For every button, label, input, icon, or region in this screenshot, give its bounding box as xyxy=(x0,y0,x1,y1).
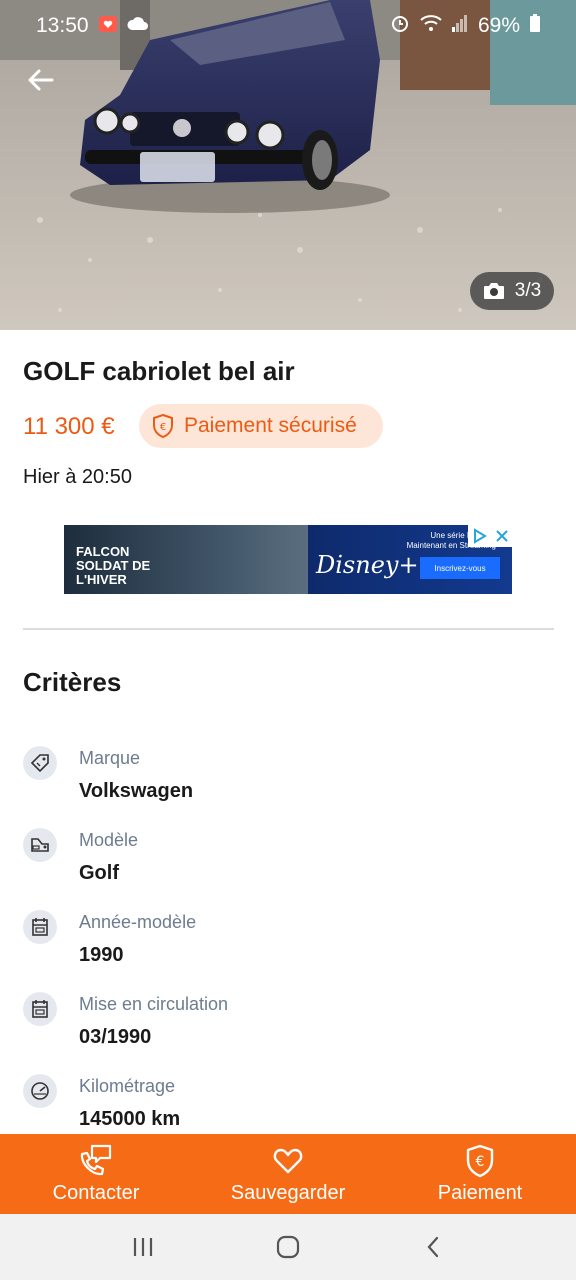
ad-title: FALCON SOLDAT DE L'HIVER xyxy=(76,545,156,587)
payment-label: Paiement xyxy=(437,1181,523,1204)
criteria-label: Année-modèle xyxy=(79,912,197,932)
svg-text:€: € xyxy=(160,422,166,433)
criteria-value: 1990 xyxy=(79,944,124,966)
cloud-sync-icon xyxy=(127,14,149,38)
alarm-icon xyxy=(390,13,410,39)
photo-counter-text: 3/3 xyxy=(514,280,542,301)
car-model-icon xyxy=(23,828,57,862)
criteria-label: Mise en circulation xyxy=(79,994,229,1014)
criteria-label: Kilométrage xyxy=(79,1076,176,1096)
shield-euro-icon: € xyxy=(465,1144,495,1178)
recent-apps-button[interactable] xyxy=(113,1227,173,1267)
home-button[interactable] xyxy=(258,1227,318,1267)
save-button[interactable]: Sauvegarder xyxy=(192,1134,384,1214)
back-button[interactable] xyxy=(22,62,58,98)
arrow-left-icon xyxy=(28,69,54,91)
adchoices-icon[interactable] xyxy=(472,528,488,544)
payment-button[interactable]: € Paiement xyxy=(384,1134,576,1214)
criteria-item-modele: Modèle Golf xyxy=(0,826,576,900)
back-nav-button[interactable] xyxy=(403,1227,463,1267)
ad-brand: Disney+ xyxy=(316,551,419,579)
shield-euro-icon: € xyxy=(153,414,173,438)
ad-banner[interactable]: FALCON SOLDAT DE L'HIVER Disney+ Une sér… xyxy=(64,525,512,594)
phone-message-icon xyxy=(78,1144,114,1178)
ad-title-line1: FALCON xyxy=(76,544,130,559)
notification-icon xyxy=(98,14,117,38)
save-label: Sauvegarder xyxy=(230,1181,346,1204)
battery-icon xyxy=(530,14,540,38)
criteria-item-marque: Marque Volkswagen xyxy=(0,744,576,818)
ad-title-line2: SOLDAT DE L'HIVER xyxy=(76,558,151,587)
secure-payment-label: Paiement sécurisé xyxy=(184,414,357,437)
calendar-icon xyxy=(23,992,57,1026)
system-nav-bar xyxy=(0,1214,576,1280)
home-icon xyxy=(276,1235,300,1259)
photo-counter[interactable]: 3/3 xyxy=(470,272,554,310)
contact-label: Contacter xyxy=(52,1181,140,1204)
criteria-value: Volkswagen xyxy=(79,780,194,802)
criteria-label: Marque xyxy=(79,748,141,768)
listing-date: Hier à 20:50 xyxy=(23,466,132,488)
ad-cta-button[interactable]: Inscrivez-vous xyxy=(420,557,500,579)
speedometer-icon xyxy=(23,1074,57,1108)
criteria-label: Modèle xyxy=(79,830,139,850)
wifi-icon xyxy=(420,14,442,38)
chevron-left-icon xyxy=(427,1236,439,1258)
divider xyxy=(23,628,554,630)
listing-title: GOLF cabriolet bel air xyxy=(23,356,295,386)
listing-price: 11 300 € xyxy=(23,413,115,440)
criteria-item-annee-modele: Année-modèle 1990 xyxy=(0,908,576,982)
battery-percent: 69% xyxy=(477,14,520,37)
criteria-value: 03/1990 xyxy=(79,1026,152,1048)
recent-apps-icon xyxy=(133,1238,152,1256)
status-bar: 13:50 69% xyxy=(0,0,576,52)
ad-controls xyxy=(468,525,512,547)
heart-icon xyxy=(273,1144,303,1178)
criteria-item-mise-en-circulation: Mise en circulation 03/1990 xyxy=(0,990,576,1064)
criteria-value: 145000 km xyxy=(79,1108,181,1130)
status-time: 13:50 xyxy=(36,14,89,37)
close-icon[interactable] xyxy=(495,529,509,543)
tag-icon xyxy=(23,746,57,780)
signal-icon xyxy=(451,14,468,38)
contact-button[interactable]: Contacter xyxy=(0,1134,192,1214)
criteria-title: Critères xyxy=(23,667,122,697)
svg-text:€: € xyxy=(476,1154,485,1170)
secure-payment-badge[interactable]: € Paiement sécurisé xyxy=(139,404,383,448)
criteria-value: Golf xyxy=(79,862,119,884)
action-bar: Contacter Sauvegarder € Paiement xyxy=(0,1134,576,1214)
camera-icon xyxy=(483,283,504,299)
calendar-icon xyxy=(23,910,57,944)
listing-photo[interactable]: 13:50 69% 3/3 xyxy=(0,0,576,330)
